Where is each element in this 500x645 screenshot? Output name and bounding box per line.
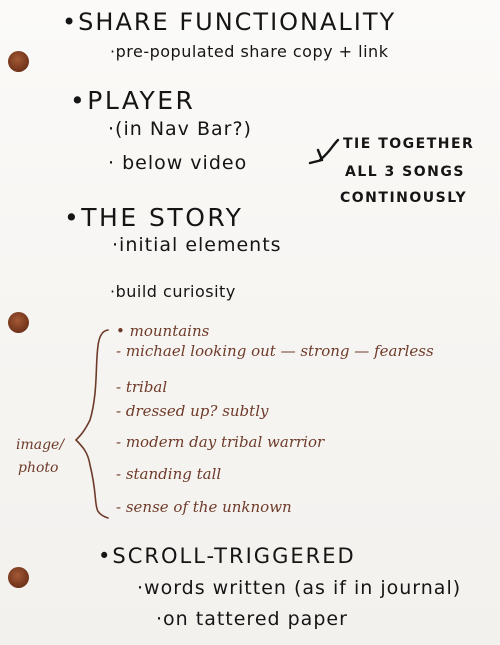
player-side-note-line: CONTINOUSLY (340, 190, 468, 206)
story-side-label-line: photo (18, 460, 59, 476)
story-side-label-line: image/ (16, 437, 65, 453)
punch-hole (8, 51, 29, 72)
punch-hole (8, 312, 29, 333)
tie-together-arrow (318, 138, 340, 162)
player-heading: •PLAYER (70, 86, 196, 115)
story-sub-item: - standing tall (116, 465, 222, 483)
player-side-note-line: ALL 3 SONGS (345, 164, 465, 180)
scroll-item: ·words written (as if in journal) (137, 577, 462, 599)
arrowhead (308, 148, 324, 165)
story-heading: •THE STORY (64, 203, 244, 232)
player-side-note-line: TIE TOGETHER (343, 136, 475, 152)
story-item: ·initial elements (112, 234, 282, 256)
story-sub-item: - tribal (116, 378, 168, 396)
punch-hole (8, 567, 29, 588)
scroll-item: ·on tattered paper (156, 608, 348, 630)
story-sub-item: • mountains (116, 322, 210, 340)
share-item: ·pre-populated share copy + link (110, 42, 389, 61)
story-sub-item: - sense of the unknown (116, 498, 292, 516)
story-item: ·build curiosity (110, 282, 236, 301)
player-item: ·(in Nav Bar?) (108, 118, 252, 140)
scroll-heading: •SCROLL-TRIGGERED (98, 544, 356, 568)
player-item: · below video (108, 152, 248, 174)
share-heading: •SHARE FUNCTIONALITY (62, 8, 397, 36)
story-sub-item: - modern day tribal warrior (116, 433, 325, 451)
notebook-page: •SHARE FUNCTIONALITY ·pre-populated shar… (0, 0, 500, 645)
curly-brace (74, 329, 109, 519)
story-sub-item: - michael looking out — strong — fearles… (116, 342, 434, 360)
story-sub-item: - dressed up? subtly (116, 402, 269, 420)
